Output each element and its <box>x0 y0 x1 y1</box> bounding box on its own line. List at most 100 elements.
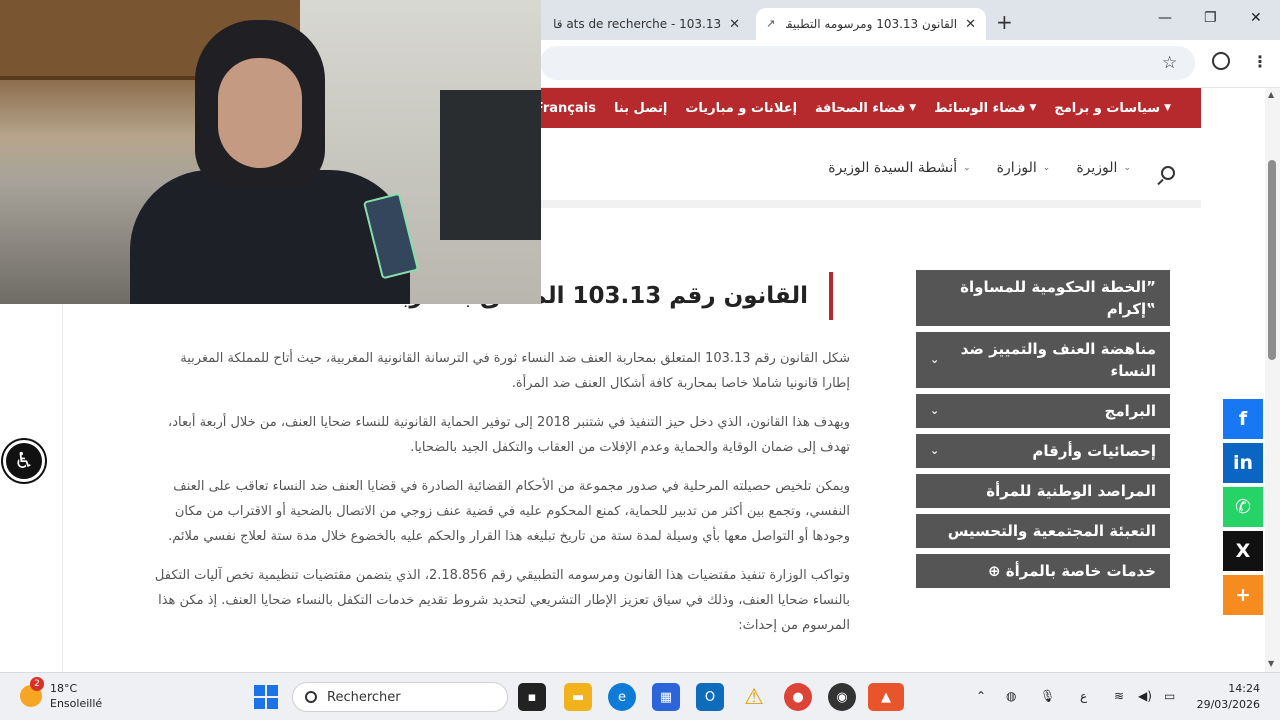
chevron-down-icon: ▼ <box>1029 103 1037 113</box>
secondary-navigation: الوزيرة ⌄ الوزارة ⌄ أنشطة السيدة الوزيرة ⌄ <box>541 128 1201 208</box>
more-share-button[interactable]: + <box>1223 575 1263 615</box>
search-placeholder: Rechercher <box>327 689 401 705</box>
chevron-down-icon: ⌄ <box>930 404 940 417</box>
profile-icon[interactable] <box>1212 52 1230 70</box>
scroll-down-icon[interactable]: ▼ <box>1268 659 1274 668</box>
nav-label: فضاء الصحافة <box>815 100 906 116</box>
chevron-down-icon: ▼ <box>1164 103 1171 113</box>
chevron-down-icon: ▼ <box>909 103 917 113</box>
weather-description: Ensoleillé <box>50 697 103 710</box>
keyboard-language-indicator[interactable]: ع <box>1080 689 1087 703</box>
close-window-button[interactable]: ✕ <box>1250 10 1262 26</box>
nav-label: الوزارة <box>996 160 1037 176</box>
browser-menu-icon[interactable]: ⋮ <box>1252 52 1268 71</box>
sidebar-item-women-services[interactable]: خدمات خاصة بالمرأة ⊕ <box>916 554 1170 588</box>
minimize-button[interactable]: — <box>1158 10 1172 26</box>
volume-icon[interactable]: ◀) <box>1138 689 1152 703</box>
microphone-icon[interactable]: 🎙 <box>1040 689 1055 703</box>
chevron-down-icon: ⌄ <box>930 444 940 457</box>
nav-label: فضاء الوسائط <box>934 100 1026 116</box>
accessibility-icon[interactable]: ♿ <box>3 440 45 482</box>
page-scrollbar[interactable]: ▲ ▼ <box>1265 88 1280 672</box>
address-bar[interactable] <box>540 46 1195 80</box>
sidebar-item-observatories[interactable]: المراصد الوطنية للمرأة <box>916 474 1170 508</box>
system-clock[interactable]: 14:24 29/03/2026 <box>1196 681 1260 713</box>
search-icon[interactable] <box>1161 166 1175 180</box>
article-paragraph: ويهدف هذا القانون، الذي دخل حيز التنفيذ … <box>168 415 850 455</box>
sidebar-item-label: التعبئة المجتمعية والتحسيس <box>947 522 1156 540</box>
wifi-icon[interactable]: ≋ <box>1114 689 1124 703</box>
page-favicon-icon: ↗ <box>766 17 776 30</box>
weather-widget[interactable]: 2 18°C Ensoleillé <box>20 677 103 711</box>
chrome-browser-icon[interactable]: ● <box>784 683 812 711</box>
x-share-button[interactable]: X <box>1223 531 1263 571</box>
nav-label: الوزيرة <box>1076 160 1118 176</box>
sidebar-menu: ”الخطة الحكومية للمساواة ‟إكرام مناهضة ا… <box>916 270 1170 594</box>
sidebar-item-label: خدمات خاصة بالمرأة ⊕ <box>987 562 1156 580</box>
nav-label: Français <box>534 100 596 116</box>
webcam-background <box>440 90 541 240</box>
nav-ministry[interactable]: الوزارة ⌄ <box>997 160 1051 176</box>
tab-close-icon[interactable]: ✕ <box>729 17 740 32</box>
edge-browser-icon[interactable]: e <box>608 683 636 711</box>
sidebar-item-label: إحصائيات وأرقام <box>1032 442 1156 460</box>
nav-label: إعلانات و مباريات <box>685 100 798 116</box>
article-body: شكل القانون رقم 103.13 المتعلق بمحاربة ا… <box>152 346 850 652</box>
windows-start-icon[interactable] <box>254 685 278 709</box>
tab-title: القانون 103.13 ومرسومه التطبيقي <box>786 17 958 31</box>
sidebar-item-label: المراصد الوطنية للمرأة <box>986 482 1156 500</box>
chevron-down-icon: ⌄ <box>963 163 971 173</box>
nav-minister[interactable]: الوزيرة ⌄ <box>1076 160 1131 176</box>
maximize-button[interactable]: ❐ <box>1204 10 1217 26</box>
tab-close-icon[interactable]: ✕ <box>965 17 976 32</box>
sidebar-item-label: مناهضة العنف والتمييز ضد النساء <box>960 340 1156 380</box>
nav-minister-activities[interactable]: أنشطة السيدة الوزيرة ⌄ <box>828 160 970 176</box>
taskbar: 2 18°C Ensoleillé Rechercher ▪ ▬ e ▦ O ⚠… <box>0 672 1280 720</box>
search-icon <box>305 691 317 703</box>
file-explorer-icon[interactable]: ▬ <box>564 683 592 711</box>
task-view-icon[interactable]: ▪ <box>518 683 546 711</box>
facebook-share-button[interactable]: f <box>1223 399 1263 439</box>
tab-title: ats de recherche - 103.13 قانون <box>552 17 722 31</box>
tab-search-results[interactable]: ats de recherche - 103.13 قانون ✕ <box>542 8 750 40</box>
clock-time: 14:24 <box>1228 682 1260 695</box>
tray-chevron-up-icon[interactable]: ⌃ <box>976 689 986 703</box>
clock-date: 29/03/2026 <box>1196 698 1260 711</box>
chevron-down-icon: ⌄ <box>1042 163 1051 173</box>
nav-language-french[interactable]: Français <box>535 101 596 116</box>
article-paragraph: ويمكن تلخيص حصيلته المرحلية في صدور مجمو… <box>168 479 850 544</box>
nav-contact[interactable]: إتصل بنا <box>614 101 667 116</box>
notification-badge: 2 <box>30 677 44 691</box>
new-tab-button[interactable]: + <box>996 10 1013 34</box>
battery-icon[interactable]: ▭ <box>1164 689 1175 703</box>
scrollbar-thumb[interactable] <box>1268 160 1276 360</box>
webcam-person <box>130 170 410 304</box>
sidebar-item-statistics[interactable]: إحصائيات وأرقام ⌄ <box>916 434 1170 468</box>
obs-studio-icon[interactable]: ◉ <box>828 683 856 711</box>
taskbar-search-input[interactable]: Rechercher <box>292 682 508 712</box>
nav-media[interactable]: فضاء الوسائط ▼ <box>934 101 1036 116</box>
nav-label: أنشطة السيدة الوزيرة <box>828 160 958 176</box>
nav-policies[interactable]: سياسات و برامج ▼ <box>1054 101 1171 116</box>
nav-press[interactable]: فضاء الصحافة ▼ <box>815 101 916 116</box>
article-paragraph: شكل القانون رقم 103.13 المتعلق بمحاربة ا… <box>180 351 850 391</box>
network-globe-icon[interactable]: ◍ <box>1006 689 1016 703</box>
linkedin-share-button[interactable]: in <box>1223 443 1263 483</box>
nav-announcements[interactable]: إعلانات و مباريات <box>685 101 797 116</box>
social-share-bar: f in ✆ X + <box>1223 399 1263 619</box>
bookmark-star-icon[interactable]: ☆ <box>1162 53 1177 73</box>
webcam-person <box>218 58 302 168</box>
sidebar-item-violence[interactable]: مناهضة العنف والتمييز ضد النساء ⌄ <box>916 332 1170 388</box>
scroll-up-icon[interactable]: ▲ <box>1268 90 1274 99</box>
webcam-overlay <box>0 0 541 304</box>
sidebar-item-awareness[interactable]: التعبئة المجتمعية والتحسيس <box>916 514 1170 548</box>
active-app-icon[interactable]: ▲ <box>868 683 904 711</box>
sidebar-item-ikram-plan[interactable]: ”الخطة الحكومية للمساواة ‟إكرام <box>916 270 1170 326</box>
warning-app-icon[interactable]: ⚠ <box>740 683 768 711</box>
tab-law-page[interactable]: ↗ القانون 103.13 ومرسومه التطبيقي ✕ <box>756 8 986 40</box>
outlook-icon[interactable]: O <box>696 683 724 711</box>
main-navigation: سياسات و برامج ▼ فضاء الوسائط ▼ فضاء الصحا… <box>535 88 1201 128</box>
microsoft-store-icon[interactable]: ▦ <box>652 683 680 711</box>
whatsapp-share-button[interactable]: ✆ <box>1223 487 1263 527</box>
sidebar-item-programs[interactable]: البرامج ⌄ <box>916 394 1170 428</box>
